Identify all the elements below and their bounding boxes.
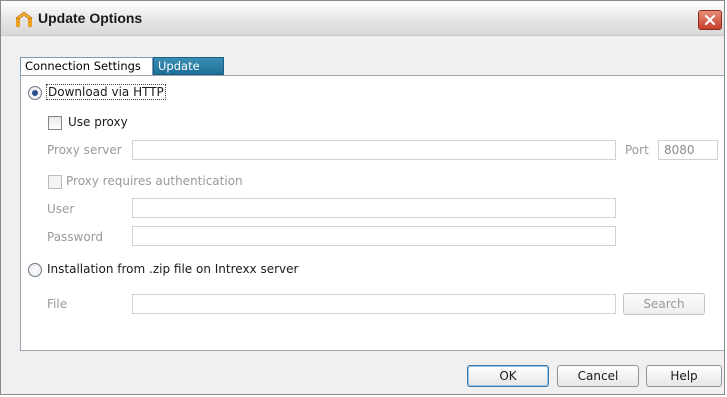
window-title: Update Options — [38, 10, 143, 26]
http-option-label[interactable]: Download via HTTP — [46, 84, 166, 100]
close-button[interactable] — [698, 10, 722, 30]
zip-radio[interactable] — [28, 263, 42, 277]
use-proxy-label[interactable]: Use proxy — [68, 115, 128, 129]
title-bar[interactable]: Update Options — [1, 1, 724, 36]
cancel-button[interactable]: Cancel — [557, 365, 639, 387]
port-label: Port — [625, 143, 649, 157]
proxy-auth-checkbox[interactable] — [48, 175, 62, 189]
zip-option-label[interactable]: Installation from .zip file on Intrexx s… — [47, 262, 298, 276]
ok-button[interactable]: OK — [467, 365, 549, 387]
file-label: File — [47, 297, 68, 311]
tab-update[interactable]: Update — [153, 57, 224, 75]
http-radio[interactable] — [28, 86, 42, 100]
tab-connection-settings[interactable]: Connection Settings — [20, 57, 153, 75]
file-input[interactable] — [132, 294, 616, 314]
help-button[interactable]: Help — [646, 365, 722, 387]
proxy-auth-label[interactable]: Proxy requires authentication — [66, 174, 243, 188]
intrexx-app-icon — [15, 11, 33, 27]
proxy-server-input[interactable] — [132, 140, 616, 160]
radio-selected-dot — [32, 90, 38, 96]
user-input[interactable] — [132, 198, 616, 218]
proxy-server-label: Proxy server — [47, 143, 122, 157]
use-proxy-checkbox[interactable] — [48, 116, 62, 130]
password-label: Password — [47, 230, 104, 244]
password-input[interactable] — [132, 226, 616, 246]
close-icon — [704, 14, 716, 26]
search-button[interactable]: Search — [623, 293, 705, 315]
connection-settings-panel: Download via HTTP Use proxy Proxy server… — [20, 75, 724, 351]
update-options-dialog: Update Options Connection Settings Updat… — [0, 0, 725, 395]
user-label: User — [47, 202, 75, 216]
port-input[interactable]: 8080 — [658, 140, 718, 160]
